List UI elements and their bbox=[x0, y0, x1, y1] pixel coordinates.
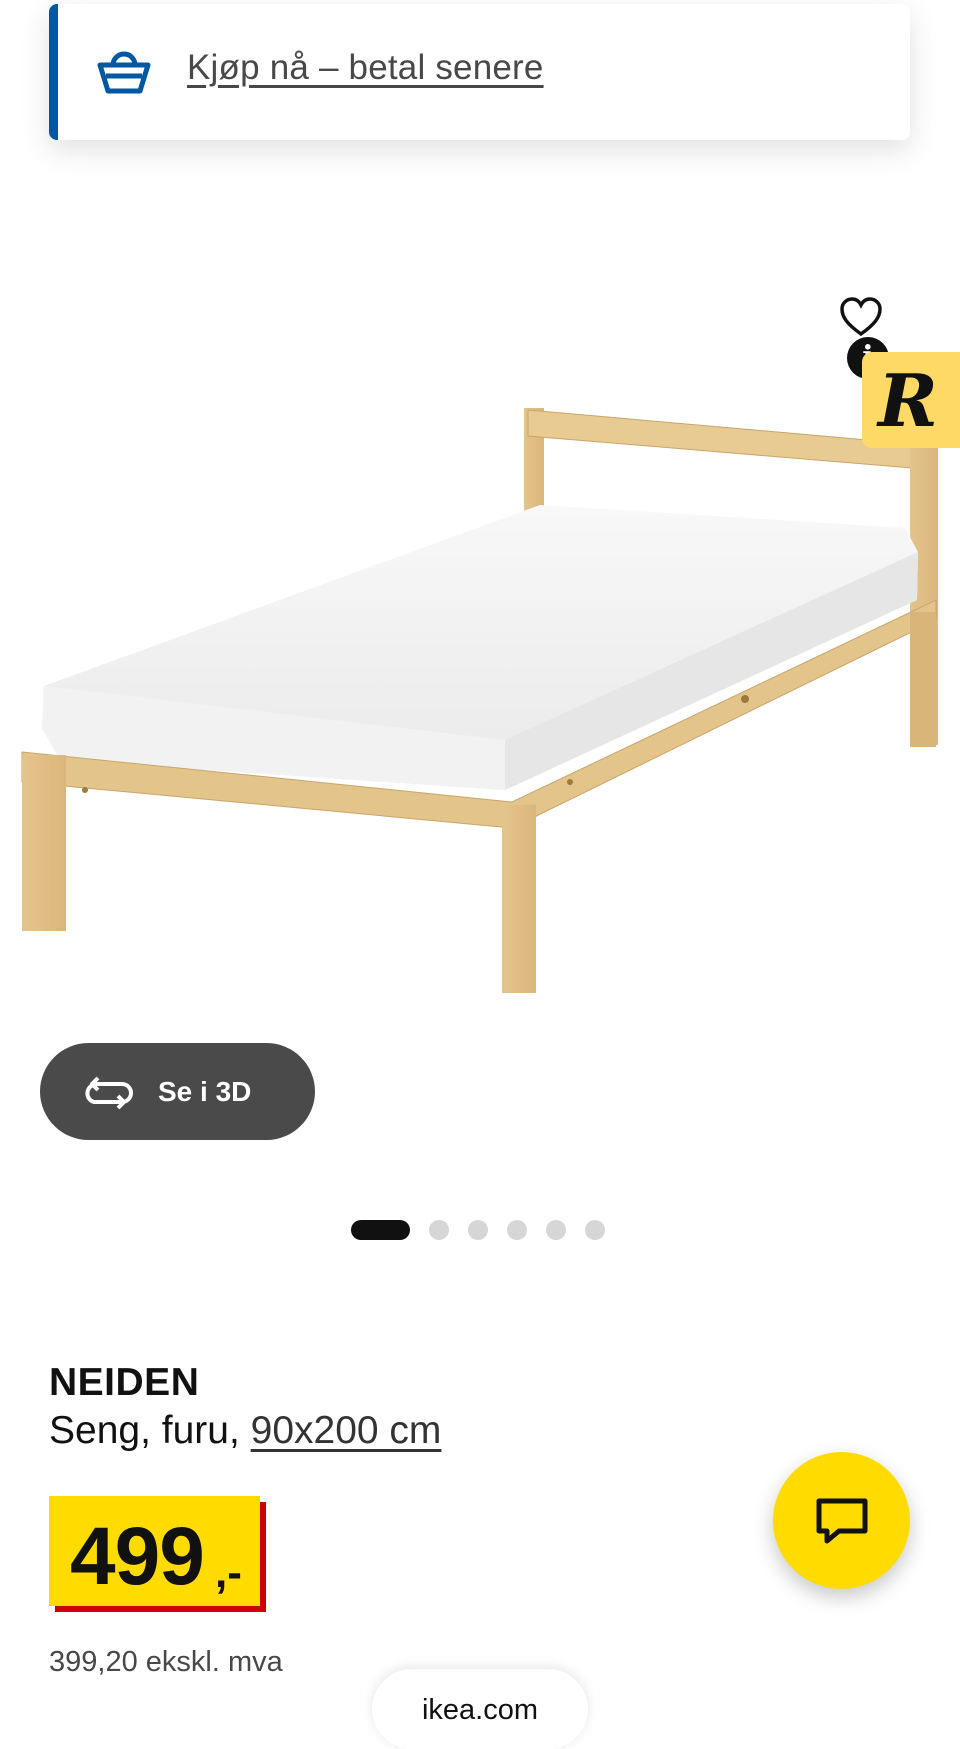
carousel-indicator bbox=[351, 1220, 624, 1240]
rotate-icon bbox=[85, 1076, 133, 1109]
price-suffix: ,- bbox=[215, 1548, 242, 1597]
r-badge[interactable]: R bbox=[862, 352, 960, 448]
chat-icon bbox=[816, 1498, 868, 1544]
product-description-text: Seng, furu, bbox=[49, 1409, 251, 1452]
product-size-link[interactable]: 90x200 cm bbox=[251, 1409, 442, 1452]
carousel-dot-5[interactable] bbox=[546, 1220, 566, 1240]
carousel-dot-1[interactable] bbox=[351, 1220, 410, 1240]
product-description: Seng, furu, 90x200 cm bbox=[49, 1409, 441, 1453]
chat-button[interactable] bbox=[773, 1452, 910, 1589]
carousel-dot-3[interactable] bbox=[468, 1220, 488, 1240]
price-excl-vat: 399,20 ekskl. mva bbox=[49, 1646, 283, 1678]
view-in-3d-label: Se i 3D bbox=[158, 1075, 252, 1107]
price-number: 499 bbox=[70, 1511, 205, 1602]
carousel-dot-6[interactable] bbox=[585, 1220, 605, 1240]
price-tag: 499 ,- bbox=[49, 1496, 260, 1606]
r-badge-letter: R bbox=[878, 358, 938, 443]
carousel-dot-2[interactable] bbox=[429, 1220, 449, 1240]
carousel-dot-4[interactable] bbox=[507, 1220, 527, 1240]
product-name: NEIDEN bbox=[49, 1361, 200, 1404]
buy-now-pay-later-banner[interactable]: Kjøp nå – betal senere bbox=[49, 4, 910, 140]
browser-url: ikea.com bbox=[421, 1694, 539, 1726]
browser-url-bar[interactable]: ikea.com bbox=[372, 1669, 588, 1749]
heart-icon[interactable] bbox=[839, 297, 883, 337]
basket-icon bbox=[97, 51, 151, 94]
product-image[interactable] bbox=[0, 160, 960, 1010]
buy-now-pay-later-link[interactable]: Kjøp nå – betal senere bbox=[187, 48, 544, 88]
view-in-3d-button[interactable]: Se i 3D bbox=[40, 1043, 315, 1140]
